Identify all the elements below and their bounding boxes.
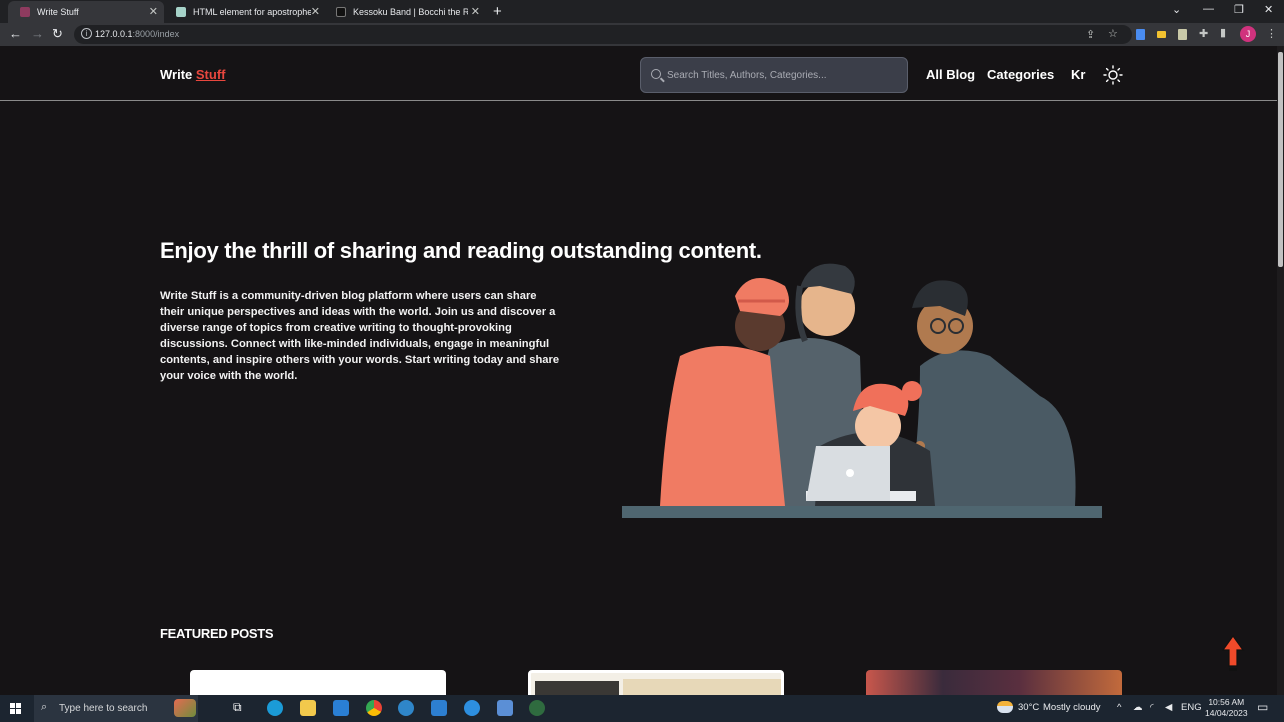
taskbar-search-text: Type here to search xyxy=(59,703,148,714)
favicon-icon xyxy=(176,7,186,17)
mail-icon[interactable] xyxy=(333,700,349,716)
extension-icon[interactable] xyxy=(1178,29,1187,40)
logo-accent-text: Stuff xyxy=(195,67,226,82)
forward-icon[interactable]: → xyxy=(31,26,44,41)
clock-date: 14/04/2023 xyxy=(1205,708,1248,718)
chevron-up-icon[interactable]: ^ xyxy=(1117,702,1121,713)
profile-avatar[interactable]: J xyxy=(1240,26,1256,42)
featured-post-card[interactable] xyxy=(866,670,1122,695)
logo-main-text: Write xyxy=(160,67,193,82)
edge-browser-icon[interactable] xyxy=(267,700,283,716)
tab-search-icon[interactable]: ⌄ xyxy=(1172,3,1181,16)
app-icon[interactable] xyxy=(464,700,480,716)
tab-title: Kessoku Band | Bocchi the Rock! xyxy=(353,7,468,17)
notification-icon[interactable]: ▭ xyxy=(1257,700,1268,714)
nav-user-menu[interactable]: Kr xyxy=(1071,67,1085,82)
vscode-icon[interactable] xyxy=(431,700,447,716)
card-image xyxy=(623,679,781,695)
favicon-icon xyxy=(20,7,30,17)
puzzle-icon[interactable]: ✚ xyxy=(1199,27,1208,40)
windows-taskbar: ⌕ Type here to search ⧉ 30°C Mostly clou… xyxy=(0,695,1284,722)
share-icon[interactable]: ⇪ xyxy=(1086,28,1095,41)
search-icon xyxy=(651,69,661,79)
card-image-text-block xyxy=(535,681,619,695)
chrome-icon[interactable] xyxy=(366,700,382,716)
address-bar[interactable]: i 127.0.0.1:8000/index ⇪ ☆ xyxy=(74,25,1132,44)
featured-post-card[interactable] xyxy=(528,670,784,695)
weather-description[interactable]: Mostly cloudy xyxy=(1043,702,1101,713)
search-highlight-icon[interactable] xyxy=(174,699,196,717)
language-indicator[interactable]: ENG xyxy=(1181,702,1202,713)
site-logo[interactable]: Write Stuff xyxy=(160,67,226,82)
volume-icon[interactable]: ◀ xyxy=(1165,702,1172,713)
url-host: 127.0.0.1 xyxy=(95,29,133,39)
calculator-icon[interactable] xyxy=(497,700,513,716)
tab-title: HTML element for apostrophe. xyxy=(193,7,311,17)
browser-tab-html-element[interactable]: HTML element for apostrophe. ✕ xyxy=(164,1,326,23)
web-page: Write Stuff All Blog Categories Kr Enjoy… xyxy=(0,46,1277,695)
tab-title: Write Stuff xyxy=(37,7,79,17)
app-icon[interactable] xyxy=(529,700,545,716)
minimize-icon[interactable]: — xyxy=(1203,3,1214,15)
close-tab-icon[interactable]: ✕ xyxy=(311,5,320,18)
close-tab-icon[interactable]: ✕ xyxy=(471,5,480,18)
clock-time: 10:56 AM xyxy=(1208,697,1245,707)
search-icon: ⌕ xyxy=(41,701,48,713)
browser-tab-write-stuff[interactable]: Write Stuff ✕ xyxy=(8,1,164,23)
site-info-icon[interactable]: i xyxy=(81,28,92,39)
extension-icon[interactable] xyxy=(1136,29,1145,40)
hero-description: Write Stuff is a community-driven blog p… xyxy=(160,290,560,382)
weather-icon[interactable] xyxy=(997,701,1013,713)
extension-icon[interactable] xyxy=(1157,31,1166,38)
window-close-icon[interactable]: ✕ xyxy=(1264,3,1273,16)
reload-icon[interactable]: ↻ xyxy=(52,26,63,42)
windows-start-icon[interactable] xyxy=(10,703,21,714)
featured-post-card[interactable] xyxy=(190,670,446,695)
taskbar-search-box[interactable]: ⌕ Type here to search xyxy=(34,695,198,722)
task-view-icon[interactable]: ⧉ xyxy=(233,700,249,716)
bookmark-star-icon[interactable]: ☆ xyxy=(1108,27,1118,40)
back-icon[interactable]: ← xyxy=(9,26,22,41)
wifi-icon[interactable]: ◜ xyxy=(1150,702,1154,713)
taskbar-clock[interactable]: 10:56 AM 14/04/2023 xyxy=(1205,697,1248,719)
url-text: 127.0.0.1:8000/index xyxy=(95,29,179,39)
favicon-icon xyxy=(336,7,346,17)
weather-temperature[interactable]: 30°C xyxy=(1018,702,1039,713)
browser-tabstrip: Write Stuff ✕ HTML element for apostroph… xyxy=(0,0,1284,23)
featured-posts-heading: FEATURED POSTS xyxy=(160,626,274,641)
app-icon[interactable] xyxy=(398,700,414,716)
people-with-laptop-illustration xyxy=(622,263,1102,518)
sun-theme-toggle-icon[interactable] xyxy=(1103,65,1123,85)
browser-tab-kessoku[interactable]: Kessoku Band | Bocchi the Rock! ✕ xyxy=(324,1,486,23)
nav-all-blog[interactable]: All Blog xyxy=(926,67,975,82)
url-path: :8000/index xyxy=(132,29,180,39)
restore-icon[interactable]: ❐ xyxy=(1234,3,1244,16)
onedrive-icon[interactable]: ☁ xyxy=(1133,702,1143,713)
search-input[interactable] xyxy=(667,66,897,84)
scrollbar-thumb[interactable] xyxy=(1278,52,1283,267)
new-tab-icon[interactable]: + xyxy=(493,3,502,20)
side-panel-icon[interactable]: ▮ xyxy=(1220,26,1226,39)
browser-toolbar: ← → ↻ i 127.0.0.1:8000/index ⇪ ☆ ✚ ▮ J ⋮ xyxy=(0,23,1284,46)
site-header: Write Stuff All Blog Categories Kr xyxy=(0,46,1277,101)
menu-kebab-icon[interactable]: ⋮ xyxy=(1266,27,1277,40)
scroll-to-top-arrow-icon[interactable] xyxy=(1221,634,1245,674)
file-explorer-icon[interactable] xyxy=(300,700,316,716)
close-tab-icon[interactable]: ✕ xyxy=(149,5,158,18)
nav-categories[interactable]: Categories xyxy=(987,67,1054,82)
search-box[interactable] xyxy=(640,57,908,93)
